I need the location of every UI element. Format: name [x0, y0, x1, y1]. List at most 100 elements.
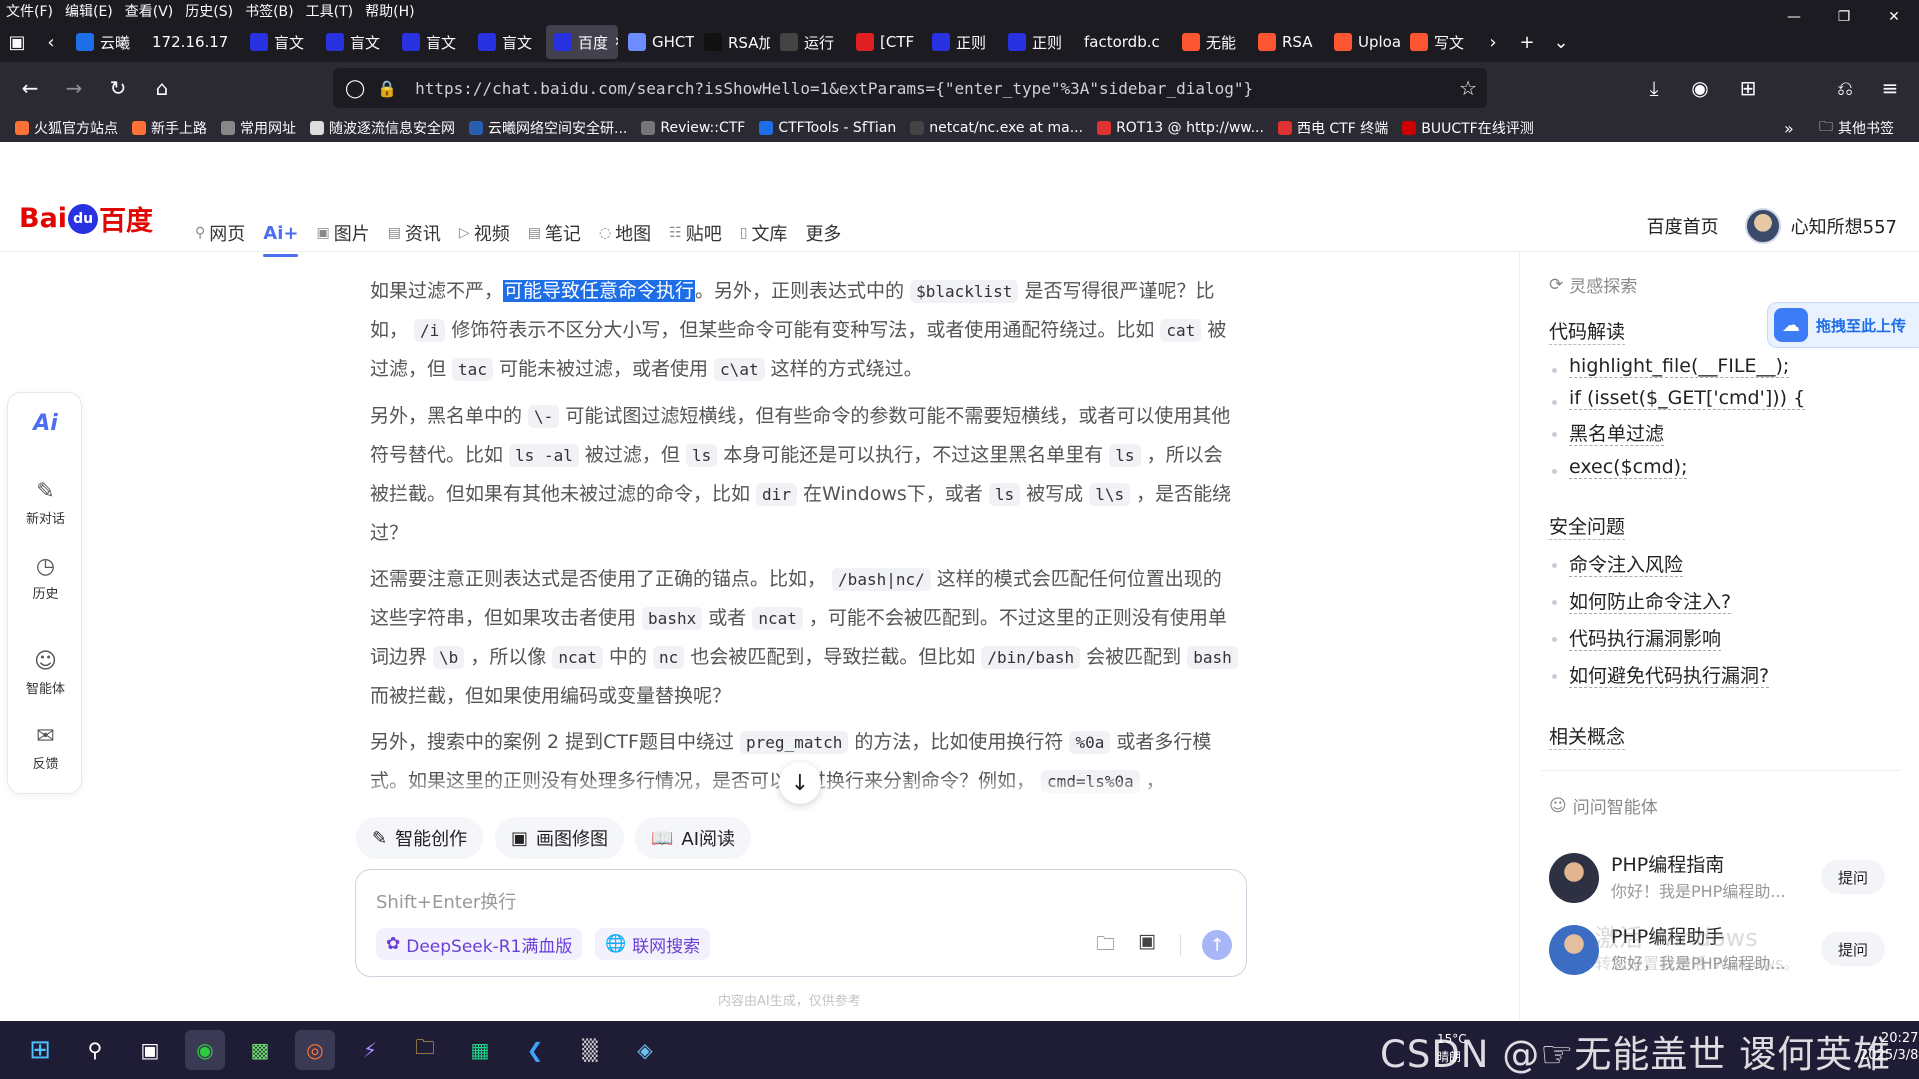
- menu-item[interactable]: 工具(T): [300, 1, 359, 21]
- bookmark-item[interactable]: CTFTools - SfTian: [752, 120, 903, 136]
- browser-tab[interactable]: GHCT: [620, 25, 694, 59]
- tab-list-icon[interactable]: ⌄: [1544, 25, 1578, 59]
- menu-item[interactable]: 查看(V): [119, 1, 180, 21]
- nav-tab[interactable]: ◌ 地图: [590, 220, 660, 246]
- image-upload-icon[interactable]: ▣: [1138, 930, 1156, 952]
- inspire-item[interactable]: 如何避免代码执行漏洞?: [1549, 661, 1909, 688]
- feedback-button[interactable]: ✉ 反馈: [8, 724, 83, 772]
- burp-icon[interactable]: ⚡: [350, 1030, 390, 1070]
- bookmark-item[interactable]: netcat/nc.exe at ma...: [903, 120, 1090, 136]
- bookmark-item[interactable]: 西电 CTF 终端: [1271, 118, 1395, 138]
- url-text[interactable]: https://chat.baidu.com/search?isShowHell…: [415, 79, 1253, 98]
- browser-tab[interactable]: 无能: [1174, 25, 1248, 59]
- inspire-item[interactable]: 如何防止命令注入?: [1549, 587, 1909, 614]
- inspire-item[interactable]: 代码执行漏洞影响: [1549, 624, 1909, 651]
- history-button[interactable]: ◷ 历史: [8, 554, 83, 602]
- web-search-chip[interactable]: 🌐 联网搜索: [595, 928, 711, 960]
- app-menu-icon[interactable]: ≡: [1868, 68, 1912, 108]
- tab-scroll-right-icon[interactable]: ›: [1476, 25, 1510, 59]
- bookmark-item[interactable]: BUUCTF在线评测: [1395, 118, 1540, 138]
- task-view-icon[interactable]: ▣: [130, 1030, 170, 1070]
- smart-create-button[interactable]: ✎ 智能创作: [356, 817, 484, 859]
- search-icon[interactable]: ⚲: [75, 1030, 115, 1070]
- menu-item[interactable]: 书签(B): [239, 1, 300, 21]
- avatar[interactable]: [1744, 208, 1781, 244]
- extensions-icon[interactable]: ⎌: [1823, 68, 1867, 108]
- agent-card[interactable]: PHP编程指南 你好！我是PHP编程助... 提问: [1549, 850, 1889, 906]
- inspire-item[interactable]: 黑名单过滤: [1549, 419, 1909, 446]
- nav-tab[interactable]: ▣ 图片: [307, 220, 378, 246]
- browser-tab[interactable]: 盲文: [242, 25, 316, 59]
- firefox-icon[interactable]: ◎: [295, 1030, 335, 1070]
- browser-tab[interactable]: 盲文: [470, 25, 544, 59]
- clock[interactable]: 20:27 2025/3/8: [1860, 1030, 1918, 1064]
- inspire-item[interactable]: highlight_file(__FILE__);: [1549, 355, 1909, 378]
- bookmark-item[interactable]: 常用网址: [214, 118, 303, 138]
- baidu-logo[interactable]: Bai du 百度: [19, 199, 153, 238]
- menu-item[interactable]: 文件(F): [0, 1, 59, 21]
- bookmark-item[interactable]: 随波逐流信息安全网: [303, 118, 462, 138]
- nav-tab[interactable]: ⚲ 网页: [186, 220, 254, 246]
- model-chip[interactable]: ✿ DeepSeek-R1满血版: [376, 928, 583, 960]
- ai-logo[interactable]: Ai: [8, 411, 83, 440]
- user-menu[interactable]: 心知所想557: [1744, 208, 1897, 244]
- browser-tab[interactable]: 172.16.17: [144, 25, 240, 59]
- nav-tab[interactable]: ▤ 笔记: [519, 220, 590, 246]
- reload-icon[interactable]: ↻: [96, 68, 140, 108]
- shield-icon[interactable]: ◯: [345, 78, 365, 99]
- browser-tab[interactable]: 盲文: [394, 25, 468, 59]
- tab-close-icon[interactable]: ✕: [614, 35, 618, 50]
- nav-tab[interactable]: ☷ 贴吧: [660, 220, 731, 246]
- chat-input-box[interactable]: Shift+Enter换行 ✿ DeepSeek-R1满血版 🌐 联网搜索 🗀 ▣ …: [355, 869, 1247, 977]
- other-bookmarks[interactable]: 🗀 其他书签: [1812, 116, 1901, 140]
- cmd-icon[interactable]: ▒: [570, 1030, 610, 1070]
- pycharm-icon[interactable]: ▦: [460, 1030, 500, 1070]
- bookmark-item[interactable]: 云曦网络空间安全研...: [462, 118, 634, 138]
- account-icon[interactable]: ◉: [1678, 68, 1722, 108]
- inspire-item[interactable]: if (isset($_GET['cmd'])) {: [1549, 387, 1909, 410]
- new-tab-icon[interactable]: +: [1510, 25, 1544, 59]
- bookmark-item[interactable]: 新手上路: [125, 118, 214, 138]
- downloads-icon[interactable]: ⤓: [1632, 68, 1676, 108]
- browser-tab[interactable]: RSA加: [696, 25, 770, 59]
- nav-tab[interactable]: ▯ 文库: [731, 220, 797, 246]
- browser-tab[interactable]: factordb.c: [1076, 25, 1172, 59]
- browser-tab[interactable]: 写文: [1402, 25, 1476, 59]
- file-explorer-icon[interactable]: 🗀: [405, 1030, 445, 1070]
- bookmark-item[interactable]: ROT13 @ http://ww...: [1090, 120, 1271, 136]
- bookmark-star-icon[interactable]: ☆: [1459, 76, 1477, 100]
- baidu-home-link[interactable]: 百度首页: [1647, 213, 1719, 239]
- back-icon[interactable]: ←: [8, 68, 52, 108]
- browser-tab[interactable]: 正则: [924, 25, 998, 59]
- inspire-item[interactable]: exec($cmd);: [1549, 456, 1909, 479]
- ask-button[interactable]: 提问: [1821, 932, 1885, 966]
- bookmark-item[interactable]: 火狐官方站点: [8, 118, 125, 138]
- section-title[interactable]: 安全问题: [1549, 512, 1626, 540]
- image-edit-button[interactable]: ▣ 画图修图: [495, 817, 625, 859]
- folder-upload-icon[interactable]: 🗀: [1096, 930, 1115, 962]
- drag-upload-zone[interactable]: ☁ 拖拽至此上传: [1767, 302, 1919, 348]
- screenshot-icon[interactable]: ⊞: [1726, 68, 1770, 108]
- section-title[interactable]: 代码解读: [1549, 317, 1626, 345]
- nav-tab[interactable]: Ai+: [254, 220, 307, 257]
- chat-input[interactable]: Shift+Enter换行: [376, 888, 516, 914]
- section-title[interactable]: 相关概念: [1549, 722, 1626, 750]
- browser-tab[interactable]: [CTF: [848, 25, 922, 59]
- tab-overview-icon[interactable]: ▣: [0, 25, 34, 59]
- menu-item[interactable]: 编辑(E): [59, 1, 119, 21]
- nav-tab[interactable]: ▤ 资讯: [379, 220, 450, 246]
- browser-tab[interactable]: 盲文: [318, 25, 392, 59]
- tab-scroll-left-icon[interactable]: ‹: [34, 25, 68, 59]
- browser-tab[interactable]: 百度 ✕: [546, 25, 618, 59]
- send-button[interactable]: ↑: [1202, 930, 1232, 960]
- ai-read-button[interactable]: 📖 AI阅读: [635, 817, 752, 859]
- menu-item[interactable]: 历史(S): [179, 1, 239, 21]
- address-bar[interactable]: ◯ 🔒 https://chat.baidu.com/search?isShow…: [333, 68, 1487, 108]
- browser-tab[interactable]: 正则: [1000, 25, 1074, 59]
- more-bookmarks-icon[interactable]: »: [1784, 119, 1794, 138]
- vscode-icon[interactable]: ❮: [515, 1030, 555, 1070]
- bookmark-item[interactable]: Review::CTF: [634, 120, 752, 136]
- agents-button[interactable]: ☺ 智能体: [8, 649, 83, 697]
- wechat-icon[interactable]: ◉: [185, 1030, 225, 1070]
- windows-start-icon[interactable]: ⊞: [20, 1030, 60, 1070]
